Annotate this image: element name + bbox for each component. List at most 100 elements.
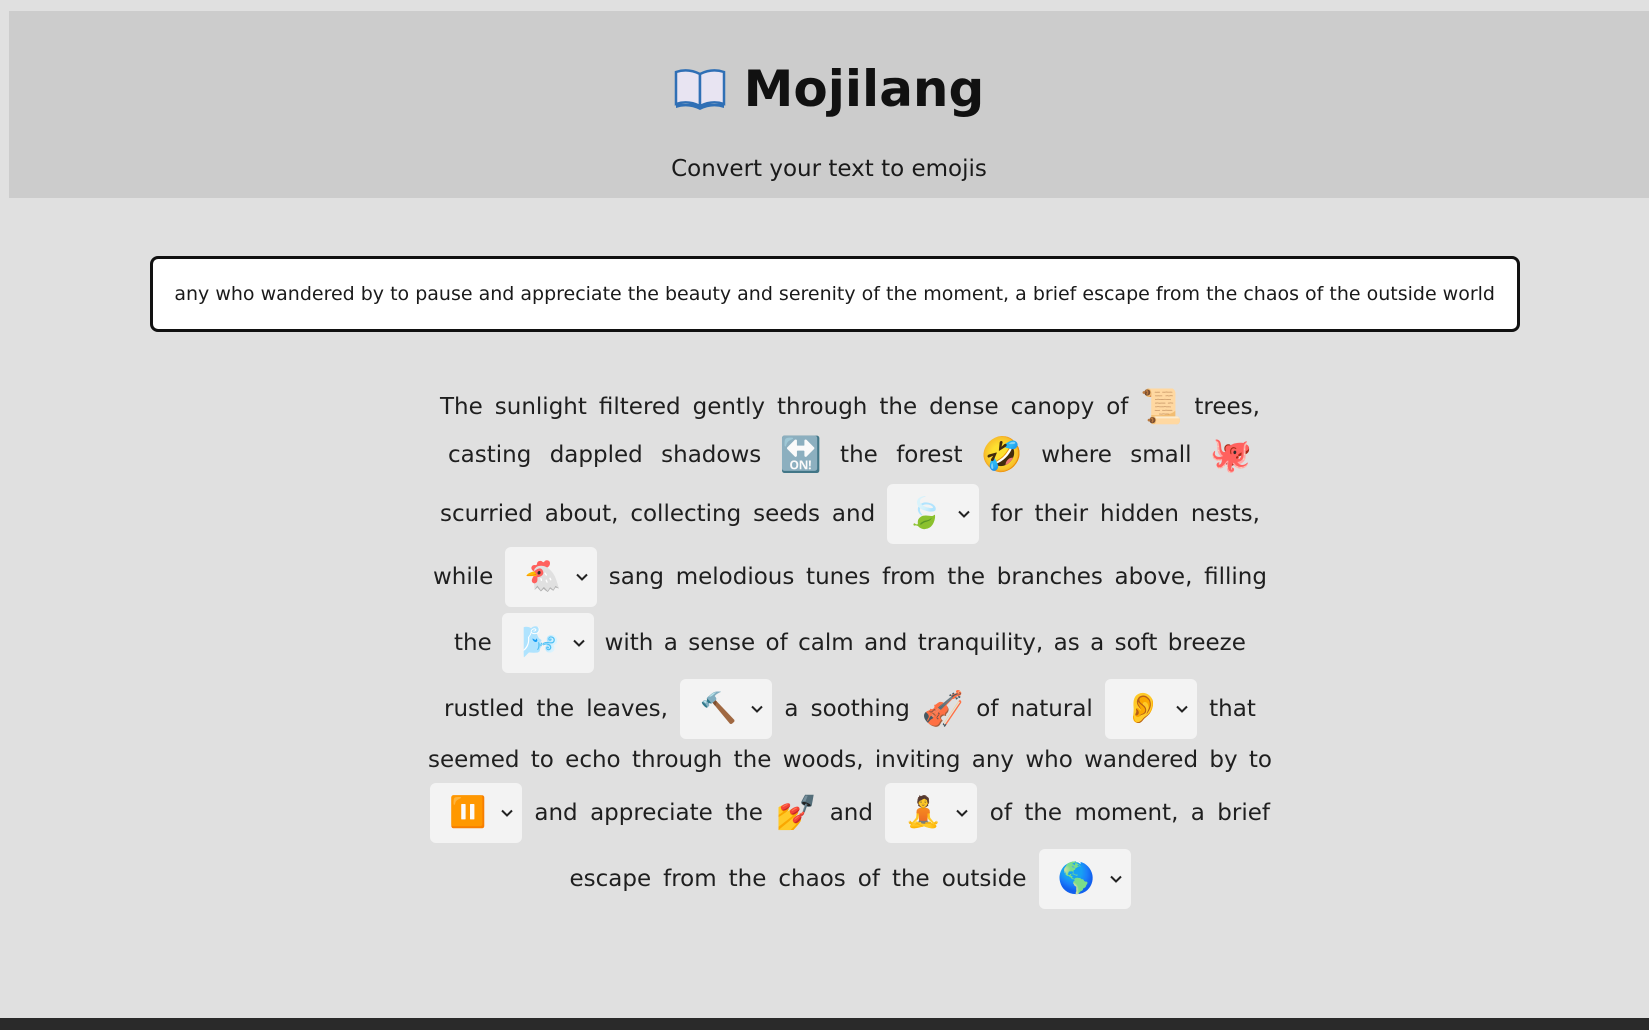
app-header: Mojilang Convert your text to emojis (9, 11, 1649, 198)
pause-button-emoji-icon: ⏸️ (449, 795, 487, 830)
emoji-select-pause[interactable]: ⏸️ (430, 783, 522, 843)
octopus-emoji-icon: 🐙 (1209, 435, 1253, 475)
output-line-4: while 🐔 sang melodious tunes from the br… (433, 547, 1267, 607)
chevron-down-icon (956, 809, 969, 817)
emoji-select-birds[interactable]: 🐔 (505, 547, 598, 607)
title-text: Mojilang (743, 60, 985, 118)
word: branches (996, 564, 1103, 590)
leaf-emoji-icon: 🍃 (906, 496, 944, 531)
word: leaves, (586, 696, 668, 722)
word: nests, (1190, 501, 1260, 527)
word: any (971, 747, 1015, 773)
chevron-down-icon (958, 510, 970, 518)
word: brief (1217, 800, 1270, 826)
word: about, (544, 501, 619, 527)
output-line-3: scurried about, collecting seeds and 🍃 f… (440, 484, 1260, 544)
word: the (879, 393, 918, 420)
word: collecting (630, 501, 742, 527)
word: outside (941, 866, 1027, 892)
word: the (891, 866, 930, 892)
word: a (1190, 800, 1205, 826)
emoji-output: The sunlight filtered gently through the… (428, 387, 1272, 909)
word: sang (608, 564, 664, 590)
nail-polish-emoji-icon: 💅 (775, 793, 818, 833)
word: of (989, 800, 1012, 826)
word: that (1209, 696, 1256, 722)
word: small (1130, 442, 1192, 468)
word: the (1024, 800, 1063, 826)
word: breeze (1167, 630, 1246, 656)
word: woods, (782, 747, 864, 773)
word: dense (929, 393, 999, 420)
top-strip (0, 0, 1649, 11)
rofl-emoji-icon: 🤣 (980, 435, 1024, 475)
output-line-6: rustled the leaves, 🔨 a soothing 🎻 of na… (440, 679, 1260, 739)
word: from (882, 564, 936, 590)
text-input[interactable] (153, 259, 1517, 329)
word: escape (569, 866, 652, 892)
output-line-2: casting dappled shadows 🔛 the forest 🤣 w… (440, 434, 1260, 476)
emoji-select-world[interactable]: 🌎 (1038, 849, 1131, 909)
word: wandered (1084, 747, 1199, 773)
word: melodious (675, 564, 795, 590)
globe-emoji-icon: 🌎 (1057, 861, 1096, 896)
word: the (536, 696, 575, 722)
word: trees, (1194, 393, 1260, 420)
word: echo (565, 747, 621, 773)
left-strip (0, 0, 9, 1019)
word: where (1041, 442, 1112, 468)
emoji-select-air[interactable]: 🌬️ (502, 613, 595, 673)
word: sunlight (494, 393, 587, 420)
word: to (1248, 747, 1272, 773)
output-line-5: the 🌬️ with a sense of calm and tranquil… (440, 613, 1260, 673)
word: appreciate (590, 800, 713, 826)
word: the (725, 800, 763, 826)
word: from (663, 866, 717, 892)
page-subtitle: Convert your text to emojis (671, 156, 987, 182)
word: above, (1114, 564, 1193, 590)
output-line-8: ⏸️ and appreciate the 💅 and 🧘 of the mom… (430, 783, 1270, 843)
word: with (604, 630, 654, 656)
word: forest (896, 442, 963, 468)
word: of (1106, 393, 1129, 420)
chevron-down-icon (1176, 705, 1188, 713)
word: of (976, 696, 999, 722)
chevron-down-icon (1109, 875, 1122, 883)
word: rustled (444, 696, 525, 722)
word: and (831, 501, 876, 527)
word: chaos (778, 866, 846, 892)
word: tranquility, (917, 630, 1044, 656)
page-title: Mojilang (9, 49, 1649, 129)
word: and (864, 630, 908, 656)
emoji-select-leaves[interactable]: 🍃 (887, 484, 980, 544)
word: by (1209, 747, 1238, 773)
chevron-down-icon (573, 639, 585, 647)
word: moment, (1074, 800, 1179, 826)
word: the (733, 747, 772, 773)
word: shadows (661, 442, 762, 468)
emoji-select-serenity[interactable]: 🧘 (885, 783, 978, 843)
word: the (840, 442, 878, 468)
wind-face-emoji-icon: 🌬️ (521, 625, 559, 660)
emoji-select-sounds[interactable]: 👂 (1104, 679, 1197, 739)
word: gently (692, 393, 766, 420)
word: dappled (549, 442, 643, 468)
word: through (777, 393, 868, 420)
word: and (534, 800, 578, 826)
violin-emoji-icon: 🎻 (921, 689, 965, 729)
word: natural (1010, 696, 1093, 722)
text-input-box[interactable] (150, 256, 1520, 332)
chevron-down-icon (576, 573, 588, 581)
chevron-down-icon (751, 705, 763, 713)
word: casting (448, 442, 532, 468)
word: calm (798, 630, 854, 656)
person-lotus-emoji-icon: 🧘 (904, 795, 943, 830)
word: the (728, 866, 767, 892)
on-arrow-emoji-icon: 🔛 (779, 435, 822, 475)
word: for (991, 501, 1023, 527)
ear-emoji-icon: 👂 (1124, 691, 1162, 726)
emoji-select-rustled[interactable]: 🔨 (680, 679, 773, 739)
bottom-bar (0, 1018, 1649, 1030)
word: seeds (753, 501, 821, 527)
scroll-emoji-icon: 📜 (1140, 386, 1183, 427)
